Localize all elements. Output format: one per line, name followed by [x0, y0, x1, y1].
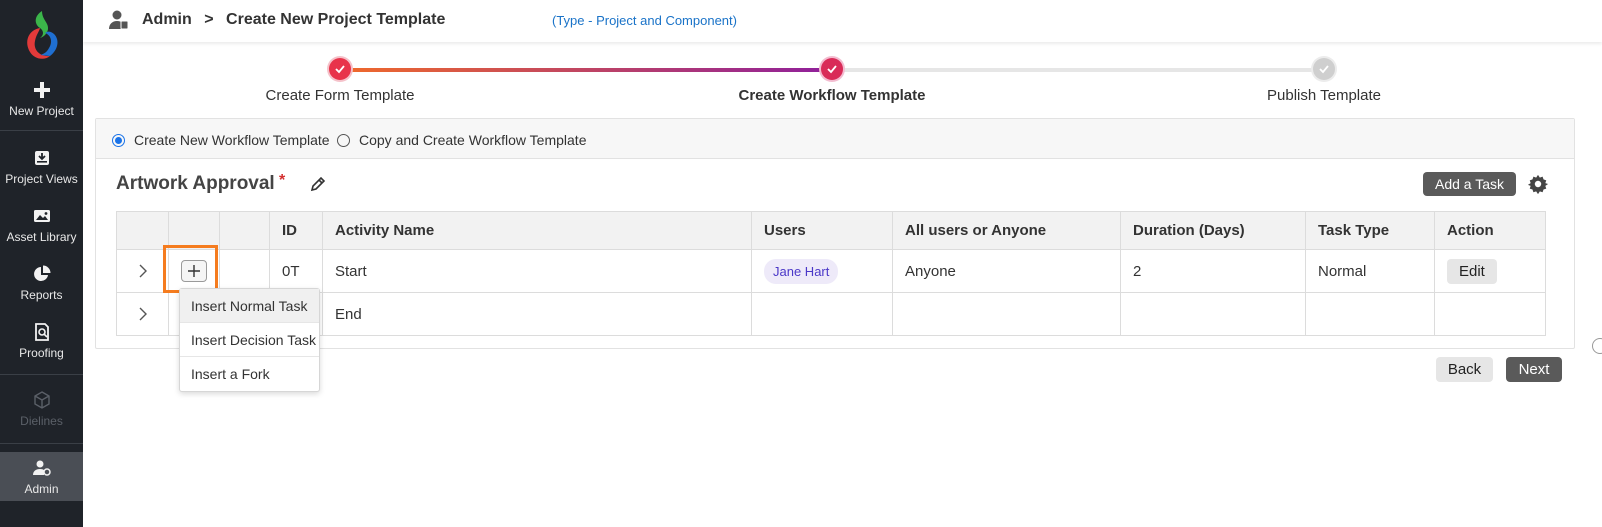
- page-title: Create New Project Template: [226, 11, 446, 28]
- box-icon: [33, 391, 50, 409]
- column-header-id: ID: [269, 211, 323, 250]
- step-2-check-icon: [821, 58, 843, 80]
- sidebar-item-reports[interactable]: Reports: [0, 264, 83, 302]
- pie-chart-icon: [33, 265, 50, 281]
- activity-name: Start: [322, 249, 752, 293]
- template-option-bar: Create New Workflow Template Copy and Cr…: [96, 119, 1574, 159]
- activity-name: End: [322, 292, 752, 336]
- plus-icon: [33, 82, 50, 98]
- radio-unselected-icon: [337, 133, 350, 147]
- column-header-insert: [168, 211, 220, 250]
- app-logo[interactable]: [20, 8, 64, 62]
- column-header-users: Users: [751, 211, 893, 250]
- user-icon: [109, 10, 129, 30]
- next-button[interactable]: Next: [1506, 357, 1562, 382]
- column-header-activity-name: Activity Name: [322, 211, 752, 250]
- step-connector-done: [340, 68, 832, 72]
- blank-cell: [219, 249, 270, 293]
- column-header-duration: Duration (Days): [1120, 211, 1306, 250]
- user-chip[interactable]: Jane Hart: [764, 258, 839, 284]
- radio-copy-create-label: Copy and Create Workflow Template: [359, 132, 587, 148]
- sidebar-item-label: Project Views: [5, 172, 78, 186]
- task-id: 0T: [269, 249, 323, 293]
- sidebar-item-admin[interactable]: Admin: [0, 452, 83, 501]
- sidebar-item-asset-library[interactable]: Asset Library: [0, 206, 83, 244]
- step-1-check-icon: [329, 58, 351, 80]
- sidebar-item-label: Admin: [24, 482, 59, 496]
- radio-selected-icon: [112, 133, 125, 147]
- column-header-action: Action: [1434, 211, 1546, 250]
- insert-button-highlight: [163, 245, 218, 293]
- menu-item-insert-normal-task[interactable]: Insert Normal Task: [180, 289, 319, 323]
- sidebar-item-new-project[interactable]: New Project: [0, 80, 83, 118]
- sidebar-item-dielines: Dielines: [0, 390, 83, 428]
- image-icon: [33, 210, 50, 222]
- radio-create-new[interactable]: Create New Workflow Template: [112, 132, 330, 148]
- workflow-task-table: ID Activity Name Users All users or Anyo…: [116, 211, 1546, 336]
- menu-item-insert-decision-task[interactable]: Insert Decision Task: [180, 323, 319, 357]
- column-header-task-type: Task Type: [1305, 211, 1435, 250]
- action-cell: Edit: [1434, 249, 1546, 293]
- task-type: [1305, 292, 1435, 336]
- top-header: Admin > Create New Project Template (Typ…: [83, 0, 1602, 42]
- step-label-workflow: Create Workflow Template: [738, 87, 926, 104]
- breadcrumb-admin[interactable]: Admin: [142, 11, 192, 28]
- chevron-right-icon[interactable]: [138, 307, 148, 321]
- step-label-publish: Publish Template: [1267, 87, 1381, 104]
- action-cell: [1434, 292, 1546, 336]
- sidebar-divider: [0, 130, 83, 131]
- table-row: End: [116, 292, 1546, 336]
- edit-task-button[interactable]: Edit: [1447, 258, 1497, 284]
- column-header-all-or-anyone: All users or Anyone: [892, 211, 1121, 250]
- sidebar-divider: [0, 374, 83, 375]
- sidebar-item-label: Asset Library: [6, 230, 77, 244]
- sidebar-divider: [0, 443, 83, 444]
- sidebar-item-label: Proofing: [19, 346, 64, 360]
- sidebar-item-label: New Project: [9, 104, 74, 118]
- table-row: 0T Start Jane Hart Anyone 2 Normal Edit: [116, 249, 1546, 293]
- sidebar-item-label: Dielines: [20, 414, 63, 428]
- breadcrumb-separator: >: [204, 11, 214, 28]
- admin-user-icon: [32, 460, 51, 476]
- radio-copy-create[interactable]: Copy and Create Workflow Template: [337, 132, 586, 148]
- back-button[interactable]: Back: [1436, 357, 1493, 382]
- magnify-doc-icon: [34, 323, 49, 341]
- table-header-row: ID Activity Name Users All users or Anyo…: [116, 211, 1546, 250]
- workflow-name: Artwork Approval: [116, 173, 275, 194]
- scroll-handle[interactable]: [1592, 338, 1602, 354]
- sidebar: New Project Project Views Asset Library …: [0, 0, 83, 527]
- all-or-anyone: Anyone: [892, 249, 1121, 293]
- step-label-form: Create Form Template: [265, 87, 415, 104]
- all-or-anyone: [892, 292, 1121, 336]
- task-type: Normal: [1305, 249, 1435, 293]
- pencil-icon[interactable]: [309, 175, 327, 193]
- add-task-button[interactable]: Add a Task: [1423, 172, 1516, 196]
- sidebar-item-proofing[interactable]: Proofing: [0, 322, 83, 360]
- template-type-note: (Type - Project and Component): [552, 13, 737, 28]
- tray-icon: [34, 151, 49, 165]
- duration: 2: [1120, 249, 1306, 293]
- chevron-right-icon[interactable]: [138, 264, 148, 278]
- sidebar-item-label: Reports: [20, 288, 63, 302]
- menu-item-insert-fork[interactable]: Insert a Fork: [180, 357, 319, 391]
- breadcrumb: Admin > Create New Project Template: [142, 11, 453, 29]
- insert-task-menu: Insert Normal Task Insert Decision Task …: [179, 288, 320, 392]
- duration: [1120, 292, 1306, 336]
- users-cell: [751, 292, 893, 336]
- sidebar-item-project-views[interactable]: Project Views: [0, 148, 83, 186]
- step-connector-pending: [832, 68, 1324, 72]
- step-3-check-icon: [1313, 58, 1335, 80]
- expand-cell: [116, 292, 169, 336]
- expand-cell: [116, 249, 169, 293]
- column-header-blank: [219, 211, 270, 250]
- required-mark: *: [279, 172, 286, 189]
- column-header-expand: [116, 211, 169, 250]
- gear-icon[interactable]: [1527, 173, 1549, 195]
- radio-create-new-label: Create New Workflow Template: [134, 132, 330, 148]
- users-cell: Jane Hart: [751, 249, 893, 293]
